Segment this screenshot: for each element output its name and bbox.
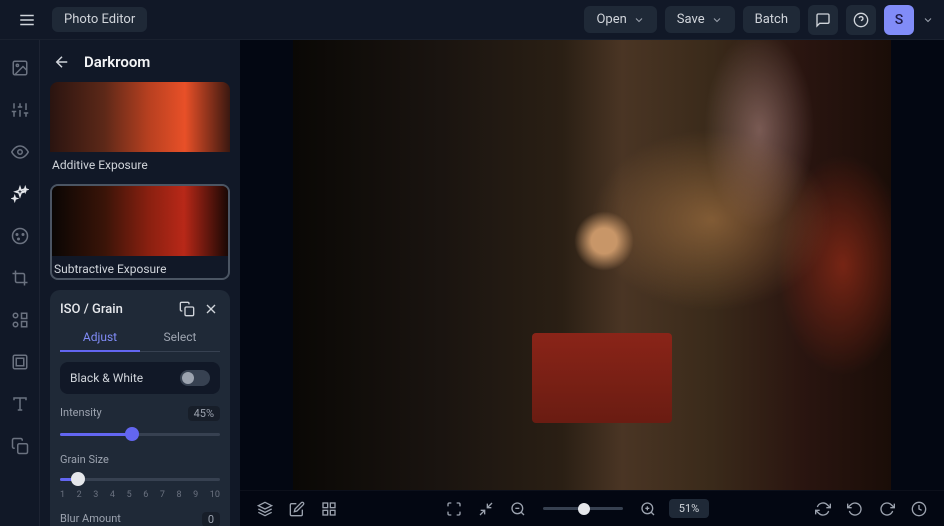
- panel-title: Darkroom: [84, 53, 150, 71]
- help-button[interactable]: [846, 5, 876, 35]
- zoom-slider[interactable]: [543, 502, 623, 516]
- crop-icon: [11, 269, 29, 287]
- preset-label: Subtractive Exposure: [52, 256, 228, 278]
- comment-icon: [815, 12, 831, 28]
- history-icon: [911, 501, 927, 517]
- rail-crop[interactable]: [6, 264, 34, 292]
- bw-toggle[interactable]: [180, 370, 210, 386]
- preset-subtractive[interactable]: Subtractive Exposure: [50, 184, 230, 280]
- chevron-down-icon: [711, 14, 723, 26]
- avatar[interactable]: S: [884, 5, 914, 35]
- open-button[interactable]: Open: [584, 6, 656, 33]
- preset-label: Additive Exposure: [50, 152, 230, 174]
- canvas[interactable]: [240, 40, 944, 490]
- help-icon: [853, 12, 869, 28]
- frame-icon: [11, 353, 29, 371]
- tab-select[interactable]: Select: [140, 324, 220, 351]
- grain-label: Grain Size: [60, 453, 109, 466]
- save-label: Save: [677, 12, 705, 27]
- chevron-down-icon: [633, 14, 645, 26]
- app-title: Photo Editor: [52, 7, 147, 32]
- save-button[interactable]: Save: [665, 6, 735, 33]
- rail-adjust[interactable]: [6, 96, 34, 124]
- blur-value: 0: [202, 512, 220, 526]
- photo-preview: [293, 40, 891, 490]
- chevron-down-icon[interactable]: [922, 14, 934, 26]
- copy-icon: [11, 437, 29, 455]
- zoom-out-button[interactable]: [507, 498, 529, 520]
- rail-layers[interactable]: [6, 432, 34, 460]
- batch-button[interactable]: Batch: [743, 6, 800, 33]
- fit-button[interactable]: [475, 498, 497, 520]
- sparkles-icon: [11, 185, 29, 203]
- rail-palette[interactable]: [6, 222, 34, 250]
- eye-icon: [11, 143, 29, 161]
- edit-button[interactable]: [286, 498, 308, 520]
- refresh-icon: [815, 501, 831, 517]
- preset-thumbnail: [50, 82, 230, 152]
- menu-button[interactable]: [10, 6, 44, 34]
- zoom-in-icon: [640, 501, 656, 517]
- close-section-button[interactable]: [202, 300, 220, 318]
- arrow-left-icon: [53, 53, 71, 71]
- rail-text[interactable]: [6, 390, 34, 418]
- rail-effects[interactable]: [6, 180, 34, 208]
- preset-thumbnail: [52, 186, 228, 256]
- preset-additive[interactable]: Additive Exposure: [50, 82, 230, 174]
- maximize-icon: [446, 501, 462, 517]
- open-label: Open: [596, 12, 626, 27]
- rail-visibility[interactable]: [6, 138, 34, 166]
- grain-ticks: 12345678910: [60, 490, 220, 500]
- redo-icon: [879, 501, 895, 517]
- grain-slider[interactable]: [60, 472, 220, 486]
- undo-icon: [847, 501, 863, 517]
- copy-icon: [179, 301, 195, 317]
- edit-icon: [289, 501, 305, 517]
- layers-icon: [257, 501, 273, 517]
- zoom-out-icon: [510, 501, 526, 517]
- back-button[interactable]: [50, 50, 74, 74]
- palette-icon: [11, 227, 29, 245]
- blur-label: Blur Amount: [60, 512, 121, 526]
- sliders-icon: [11, 101, 29, 119]
- rail-shapes[interactable]: [6, 306, 34, 334]
- zoom-in-button[interactable]: [637, 498, 659, 520]
- layers-button[interactable]: [254, 498, 276, 520]
- rail-frame[interactable]: [6, 348, 34, 376]
- bw-label: Black & White: [70, 371, 143, 385]
- history-button[interactable]: [908, 498, 930, 520]
- intensity-value: 45%: [188, 406, 220, 421]
- intensity-label: Intensity: [60, 406, 102, 421]
- duplicate-button[interactable]: [178, 300, 196, 318]
- comments-button[interactable]: [808, 5, 838, 35]
- rail-image[interactable]: [6, 54, 34, 82]
- minimize-icon: [478, 501, 494, 517]
- tab-adjust[interactable]: Adjust: [60, 324, 140, 352]
- intensity-slider[interactable]: [60, 427, 220, 441]
- text-icon: [11, 395, 29, 413]
- refresh-button[interactable]: [812, 498, 834, 520]
- section-title: ISO / Grain: [60, 302, 172, 317]
- zoom-value: 51%: [669, 499, 709, 518]
- redo-button[interactable]: [876, 498, 898, 520]
- grid-icon: [321, 501, 337, 517]
- image-icon: [11, 59, 29, 77]
- close-icon: [203, 301, 219, 317]
- fullscreen-button[interactable]: [443, 498, 465, 520]
- undo-button[interactable]: [844, 498, 866, 520]
- toggle-knob: [182, 372, 194, 384]
- shapes-icon: [11, 311, 29, 329]
- grid-button[interactable]: [318, 498, 340, 520]
